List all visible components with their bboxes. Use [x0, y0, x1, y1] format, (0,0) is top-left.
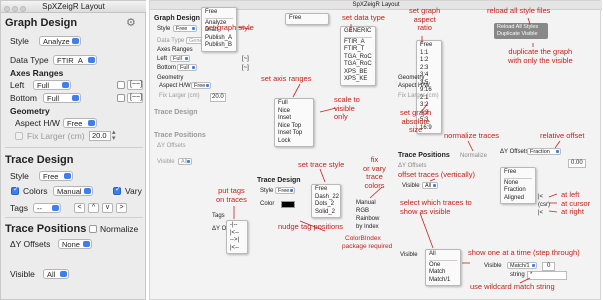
bottom-range-button[interactable]: [~~]: [127, 93, 143, 103]
left-axis-label: Left: [10, 80, 25, 90]
data-type-label: Data Type: [10, 55, 49, 65]
left-axis-popup[interactable]: Full: [33, 80, 71, 90]
trace-style-popup[interactable]: Free: [39, 171, 73, 181]
visible-popup[interactable]: All: [43, 269, 69, 279]
vary-checkbox[interactable]: [113, 185, 121, 195]
normalize-checkbox[interactable]: [89, 225, 97, 233]
trace-design-heading: Trace Design: [5, 154, 74, 166]
fix-larger-field[interactable]: 20.0: [89, 131, 111, 141]
colors-popup[interactable]: Manual: [53, 186, 93, 196]
colors-label: Colors: [23, 186, 48, 196]
stepper-icon[interactable]: ▴ ▾: [112, 129, 116, 142]
divider: [5, 217, 143, 218]
tags-popup[interactable]: --: [33, 203, 61, 213]
offsets-popup[interactable]: None: [58, 239, 92, 249]
colors-checkbox[interactable]: [11, 185, 19, 195]
normalize-label: Normalize: [100, 224, 139, 234]
aspect-popup[interactable]: Free: [63, 118, 97, 128]
left-range-button[interactable]: [~~]: [127, 80, 143, 90]
panel-title: SpXZeigR Layout: [42, 2, 105, 11]
bottom-axis-popup[interactable]: Full: [43, 93, 81, 103]
left-scale-checkbox[interactable]: [117, 81, 125, 89]
geometry-heading: Geometry: [10, 106, 50, 116]
style-label: Style: [10, 36, 29, 46]
annotation-arrows: [233, 17, 561, 284]
nudge-left-button[interactable]: <: [74, 203, 85, 213]
trace-positions-heading: Trace Positions: [5, 223, 87, 235]
axes-ranges-heading: Axes Ranges: [10, 68, 64, 78]
nudge-up-button[interactable]: ^: [88, 203, 99, 213]
panel-titlebar: SpXZeigR Layout: [1, 1, 146, 13]
gear-icon[interactable]: ⚙: [126, 16, 136, 29]
aspect-label: Aspect H/W: [15, 118, 60, 128]
data-type-popup[interactable]: FTIR_A: [53, 55, 97, 65]
offsets-label: ΔY Offsets: [10, 239, 51, 249]
nudge-down-button[interactable]: v: [102, 203, 113, 213]
bottom-axis-label: Bottom: [10, 93, 37, 103]
visible-label: Visible: [10, 269, 35, 279]
tags-label: Tags: [10, 203, 28, 213]
nudge-right-button[interactable]: >: [116, 203, 127, 213]
fix-larger-label: Fix Larger (cm): [27, 131, 85, 141]
trace-style-label: Style: [10, 171, 29, 181]
graph-style-popup[interactable]: Analyze: [39, 36, 81, 46]
fix-larger-checkbox[interactable]: [15, 132, 23, 140]
vary-label: Vary: [125, 186, 142, 196]
graph-design-heading: Graph Design: [5, 17, 78, 29]
window-controls[interactable]: [4, 4, 28, 16]
bottom-scale-checkbox[interactable]: [117, 94, 125, 102]
divider: [5, 147, 143, 148]
layout-panel: SpXZeigR Layout Graph Design ⚙ Style Ana…: [0, 0, 146, 300]
annotated-screenshot: SpXZeigR Layout Graph Design Style Free …: [149, 0, 602, 300]
